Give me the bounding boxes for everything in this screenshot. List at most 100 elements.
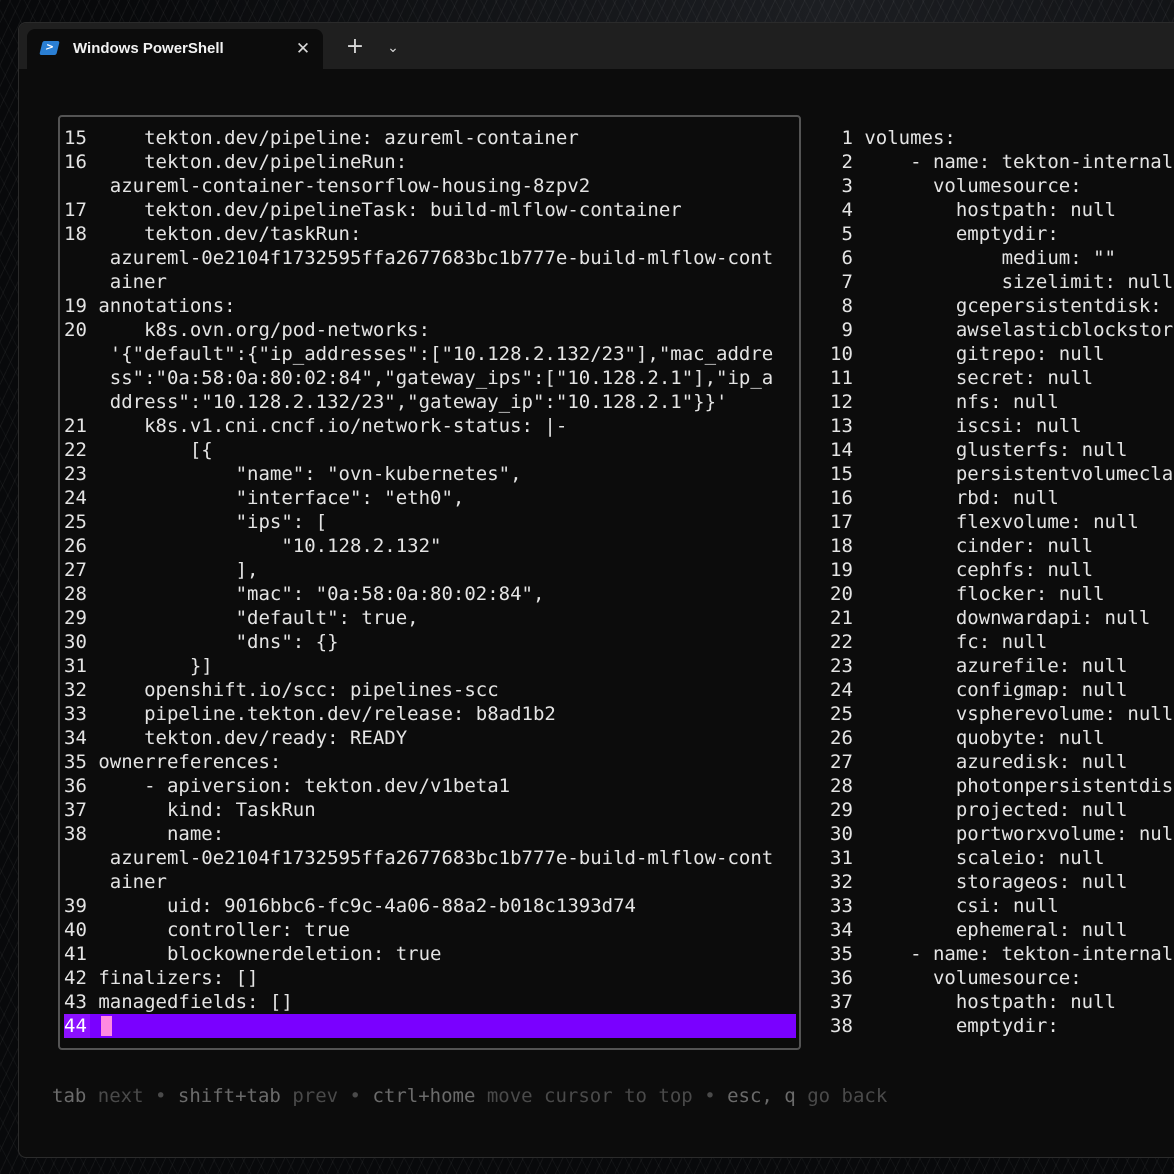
volume-line: 34 ephemeral: null	[830, 919, 1128, 941]
code-line: 43 managedfields: []	[64, 991, 293, 1013]
chevron-down-icon[interactable]: ⌄	[379, 35, 407, 61]
code-line: 41 blockownerdeletion: true	[64, 943, 442, 965]
volume-line: 21 downwardapi: null	[830, 607, 1151, 629]
code-line: 29 "default": true,	[64, 607, 419, 629]
volume-line: 18 cinder: null	[830, 535, 1094, 557]
yaml-code: 15 tekton.dev/pipeline: azureml-containe…	[64, 126, 773, 1014]
hint-tab-key: tab	[52, 1085, 87, 1107]
volume-line: 1 volumes:	[830, 127, 956, 149]
volume-line: 26 quobyte: null	[830, 727, 1105, 749]
volume-line: 36 volumesource:	[830, 967, 1082, 989]
volumes-pane[interactable]: 1 volumes: 2 - name: tekton-internal 3 v…	[830, 126, 1173, 1038]
code-line: 22 [{	[64, 439, 213, 461]
yaml-viewer-pane[interactable]: 15 tekton.dev/pipeline: azureml-containe…	[58, 115, 801, 1050]
code-line: azureml-0e2104f1732595ffa2677683bc1b777e…	[64, 847, 774, 869]
code-line: azureml-0e2104f1732595ffa2677683bc1b777e…	[64, 247, 774, 269]
volume-line: 27 azuredisk: null	[830, 751, 1128, 773]
volume-line: 24 configmap: null	[830, 679, 1128, 701]
code-line: 27 ],	[64, 559, 259, 581]
hint-shift-desc: prev	[292, 1085, 339, 1107]
tab-windows-powershell[interactable]: > Windows PowerShell ✕	[27, 29, 323, 69]
volume-line: 23 azurefile: null	[830, 655, 1128, 677]
text-cursor	[101, 1016, 112, 1036]
volume-line: 7 sizelimit: null	[830, 271, 1174, 293]
hint-esc-key: esc, q	[727, 1085, 796, 1107]
hint-home-desc: move cursor to top	[486, 1085, 693, 1107]
code-line: 17 tekton.dev/pipelineTask: build-mlflow…	[64, 199, 682, 221]
code-line: 34 tekton.dev/ready: READY	[64, 727, 408, 749]
code-line: ss":"0a:58:0a:80:02:84","gateway_ips":["…	[64, 367, 774, 389]
close-icon[interactable]: ✕	[291, 37, 315, 61]
volume-line: 32 storageos: null	[830, 871, 1128, 893]
code-line: ainer	[64, 871, 167, 893]
volume-line: 3 volumesource:	[830, 175, 1082, 197]
volume-line: 30 portworxvolume: nul	[830, 823, 1174, 845]
code-line: ainer	[64, 271, 167, 293]
volume-line: 29 projected: null	[830, 799, 1128, 821]
volume-line: 16 rbd: null	[830, 487, 1059, 509]
volume-line: 17 flexvolume: null	[830, 511, 1139, 533]
volume-line: 8 gcepersistentdisk:	[830, 295, 1174, 317]
volume-line: 4 hostpath: null	[830, 199, 1116, 221]
hint-separator: •	[349, 1085, 361, 1107]
current-line-highlight: 44	[64, 1014, 796, 1038]
code-line: 16 tekton.dev/pipelineRun:	[64, 151, 408, 173]
code-line: 35 ownerreferences:	[64, 751, 282, 773]
code-line: '{"default":{"ip_addresses":["10.128.2.1…	[64, 343, 774, 365]
hint-tab-desc: next	[97, 1085, 144, 1107]
code-line: 25 "ips": [	[64, 511, 328, 533]
volume-line: 33 csi: null	[830, 895, 1059, 917]
hint-esc-desc: go back	[807, 1085, 888, 1107]
code-line: 30 "dns": {}	[64, 631, 339, 653]
hint-home-key: ctrl+home	[372, 1085, 476, 1107]
code-line: 26 "10.128.2.132"	[64, 535, 442, 557]
volume-line: 19 cephfs: null	[830, 559, 1094, 581]
volume-line: 15 persistentvolumecla	[830, 463, 1174, 485]
new-tab-button[interactable]: +	[341, 35, 369, 61]
volume-line: 31 scaleio: null	[830, 847, 1105, 869]
volume-line: 5 emptydir:	[830, 223, 1059, 245]
code-line: 18 tekton.dev/taskRun:	[64, 223, 362, 245]
volume-line: 11 secret: null	[830, 367, 1094, 389]
powershell-icon: >	[39, 41, 60, 55]
code-line: 40 controller: true	[64, 919, 350, 941]
title-bar: > Windows PowerShell ✕ + ⌄	[19, 23, 1174, 69]
tab-title: Windows PowerShell	[73, 40, 224, 57]
volume-line: 37 hostpath: null	[830, 991, 1116, 1013]
code-line: 38 name:	[64, 823, 225, 845]
volume-line: 35 - name: tekton-internal	[830, 943, 1174, 965]
volume-line: 12 nfs: null	[830, 391, 1059, 413]
code-line: 24 "interface": "eth0",	[64, 487, 465, 509]
code-line: 19 annotations:	[64, 295, 236, 317]
code-line: 32 openshift.io/scc: pipelines-scc	[64, 679, 499, 701]
code-line: 39 uid: 9016bbc6-fc9c-4a06-88a2-b018c139…	[64, 895, 636, 917]
hint-separator: •	[155, 1085, 167, 1107]
code-line: 23 "name": "ovn-kubernetes",	[64, 463, 522, 485]
volume-line: 14 glusterfs: null	[830, 439, 1128, 461]
volume-line: 9 awselasticblockstor	[830, 319, 1174, 341]
volume-line: 20 flocker: null	[830, 583, 1105, 605]
volume-line: 13 iscsi: null	[830, 415, 1082, 437]
hint-separator: •	[704, 1085, 716, 1107]
code-line: 37 kind: TaskRun	[64, 799, 316, 821]
code-line: azureml-container-tensorflow-housing-8zp…	[64, 175, 591, 197]
code-line: 28 "mac": "0a:58:0a:80:02:84",	[64, 583, 545, 605]
volume-line: 28 photonpersistentdis	[830, 775, 1174, 797]
code-line: 33 pipeline.tekton.dev/release: b8ad1b2	[64, 703, 556, 725]
volume-line: 25 vspherevolume: null	[830, 703, 1174, 725]
volume-line: 22 fc: null	[830, 631, 1048, 653]
hint-shift-key: shift+tab	[177, 1085, 281, 1107]
code-line: 42 finalizers: []	[64, 967, 259, 989]
current-line-number: 44	[64, 1014, 90, 1038]
code-line: 31 }]	[64, 655, 213, 677]
code-line: 15 tekton.dev/pipeline: azureml-containe…	[64, 127, 579, 149]
volume-line: 2 - name: tekton-internal	[830, 151, 1174, 173]
code-line: 21 k8s.v1.cni.cncf.io/network-status: |-	[64, 415, 568, 437]
code-line: ddress":"10.128.2.132/23","gateway_ip":"…	[64, 391, 728, 413]
code-line: 20 k8s.ovn.org/pod-networks:	[64, 319, 431, 341]
volume-line: 10 gitrepo: null	[830, 343, 1105, 365]
key-hints-footer: tab next • shift+tab prev • ctrl+home mo…	[52, 1085, 887, 1107]
code-line: 36 - apiversion: tekton.dev/v1beta1	[64, 775, 511, 797]
volume-line: 38 emptydir:	[830, 1015, 1059, 1037]
volume-line: 6 medium: ""	[830, 247, 1116, 269]
